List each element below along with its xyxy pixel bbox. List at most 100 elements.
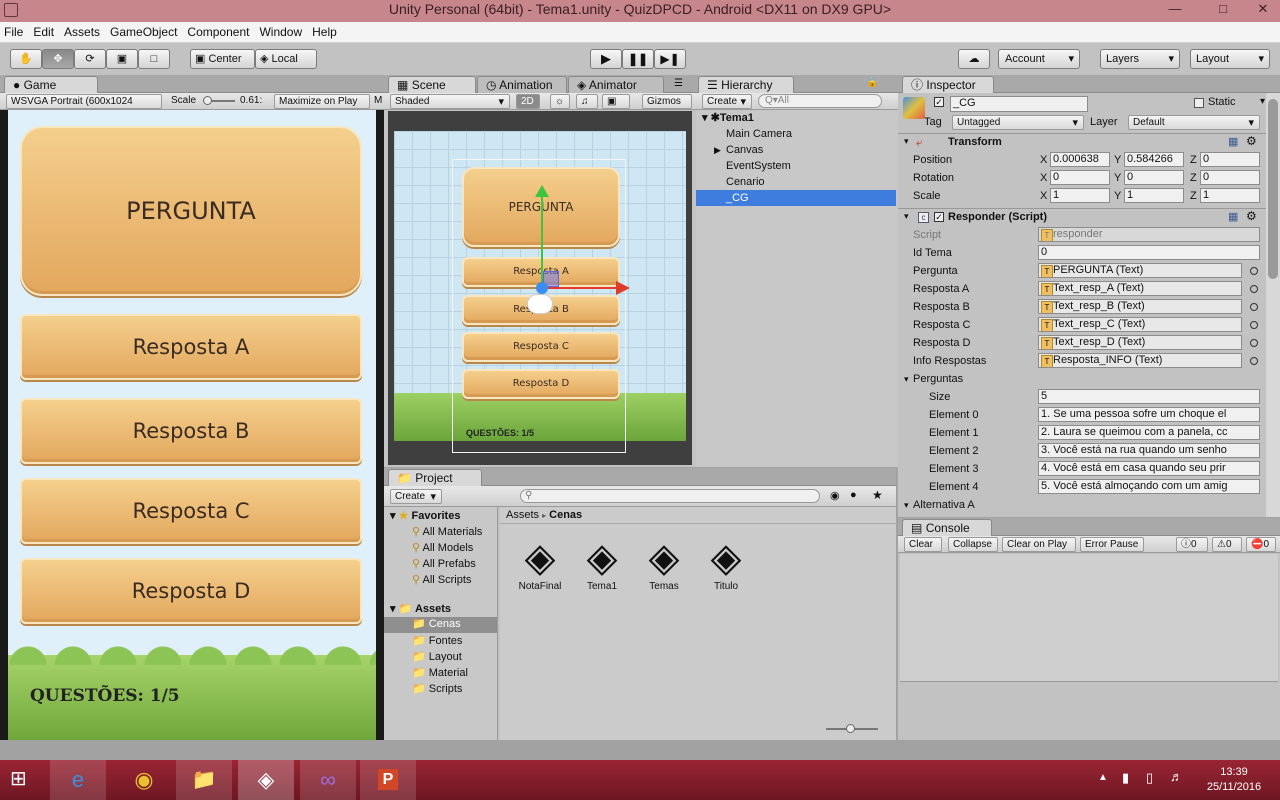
move-gizmo-y-arrow[interactable] <box>535 185 549 197</box>
hierarchy-create-dropdown[interactable]: Create <box>702 94 752 109</box>
menu-gameobject[interactable]: GameObject <box>106 22 181 39</box>
network-icon[interactable]: ▯ <box>1146 770 1153 786</box>
hierarchy-item-selected[interactable]: _CG <box>696 190 896 206</box>
tab-animator[interactable]: ◈ Animator <box>568 76 664 93</box>
move-gizmo-x-axis[interactable] <box>541 287 619 289</box>
console-info-toggle[interactable]: ⓘ0 <box>1176 537 1208 552</box>
mute-toggle[interactable]: M <box>374 95 382 106</box>
rotate-tool-button[interactable]: ⟳ <box>74 49 106 69</box>
account-dropdown[interactable]: Account <box>998 49 1080 69</box>
battery-icon[interactable]: ▮ <box>1122 770 1129 786</box>
object-field[interactable]: Text_resp_D (Text) <box>1038 335 1242 350</box>
inspector-scrollbar[interactable] <box>1266 93 1280 517</box>
hierarchy-item[interactable]: ▶ Canvas <box>696 142 896 158</box>
position-z-field[interactable]: 0 <box>1200 152 1260 167</box>
element-field[interactable]: 4. Você está em casa quando seu prir <box>1038 461 1260 476</box>
object-field[interactable]: Text_resp_B (Text) <box>1038 299 1242 314</box>
maximize-button[interactable]: □ <box>1208 0 1238 20</box>
static-checkbox[interactable] <box>1194 98 1204 108</box>
tag-dropdown[interactable]: Untagged <box>952 115 1084 130</box>
console-collapse-button[interactable]: Collapse <box>948 537 998 552</box>
scene-root-item[interactable]: ▾ ✱Tema1 <box>696 110 896 126</box>
gizmos-dropdown[interactable]: Gizmos <box>642 94 692 109</box>
pivot-center-button[interactable]: ▣ Center <box>190 49 255 69</box>
help-book-icon[interactable]: ▦ <box>1228 210 1238 223</box>
script-enabled-checkbox[interactable]: ✓ <box>934 212 944 222</box>
icon-size-slider-thumb[interactable] <box>846 724 855 733</box>
move-gizmo-x-arrow[interactable] <box>616 281 630 295</box>
object-picker-icon[interactable] <box>1250 267 1258 275</box>
favorite-item[interactable]: ⚲ All Materials <box>412 525 482 538</box>
rotation-x-field[interactable]: 0 <box>1050 170 1110 185</box>
object-picker-icon[interactable] <box>1250 285 1258 293</box>
tab-animation[interactable]: ◷ Animation <box>477 76 567 93</box>
tab-game[interactable]: ● Game <box>4 76 98 93</box>
tab-inspector[interactable]: ⓘ Inspector <box>902 76 994 93</box>
console-error-pause-button[interactable]: Error Pause <box>1080 537 1144 552</box>
minimize-button[interactable]: — <box>1160 0 1190 20</box>
favorites-header[interactable]: ▾ ★ Favorites <box>390 509 460 522</box>
perguntas-foldout[interactable]: ▾ Perguntas <box>898 370 1278 388</box>
file-explorer-icon[interactable]: 📁 <box>176 760 232 800</box>
cloud-button[interactable]: ☁ <box>958 49 990 69</box>
scene-asset[interactable]: ◈ Tema1 <box>572 535 632 592</box>
menu-edit[interactable]: Edit <box>29 22 58 39</box>
lock-icon[interactable]: 🔒 <box>866 77 878 88</box>
menu-assets[interactable]: Assets <box>60 22 104 39</box>
breadcrumb-current[interactable]: Cenas <box>549 509 582 521</box>
scale-slider[interactable] <box>203 96 235 105</box>
answer-b-button[interactable]: Resposta B <box>20 398 362 464</box>
position-x-field[interactable]: 0.000638 <box>1050 152 1110 167</box>
active-checkbox[interactable]: ✓ <box>934 97 944 107</box>
powerpoint-icon[interactable]: P <box>360 760 416 800</box>
scene-asset[interactable]: ◈ Temas <box>634 535 694 592</box>
object-picker-icon[interactable] <box>1250 303 1258 311</box>
component-gear-icon[interactable]: ⚙ <box>1246 134 1257 148</box>
element-field[interactable]: 1. Se uma pessoa sofre um choque el <box>1038 407 1260 422</box>
hand-tool-button[interactable]: ✋ <box>10 49 42 69</box>
console-error-toggle[interactable]: ⛔0 <box>1246 537 1276 552</box>
answer-a-button[interactable]: Resposta A <box>20 314 362 380</box>
menu-window[interactable]: Window <box>255 22 306 39</box>
tab-project[interactable]: 📁 Project <box>388 469 482 486</box>
folder-item[interactable]: 📁 Layout <box>412 650 462 663</box>
effects-dropdown[interactable]: ▣ <box>602 94 630 109</box>
element-field[interactable]: 5. Você está almoçando com um amig <box>1038 479 1260 494</box>
folder-item-selected[interactable]: 📁 Cenas <box>384 617 497 633</box>
volume-icon[interactable]: ♬ <box>1170 769 1183 784</box>
show-hidden-icons-icon[interactable]: ▲ <box>1098 772 1108 783</box>
pause-button[interactable]: ❚❚ <box>622 49 654 69</box>
step-button[interactable]: ▶❚ <box>654 49 686 69</box>
play-button[interactable]: ▶ <box>590 49 622 69</box>
console-warning-toggle[interactable]: ⚠0 <box>1212 537 1242 552</box>
object-picker-icon[interactable] <box>1250 357 1258 365</box>
tab-scene[interactable]: ▦ Scene <box>388 76 476 93</box>
hierarchy-item[interactable]: Main Camera <box>696 126 896 142</box>
scale-tool-button[interactable]: ▣ <box>106 49 138 69</box>
project-search-input[interactable]: ⚲ <box>520 489 820 503</box>
answer-c-button[interactable]: Resposta C <box>20 478 362 544</box>
project-create-dropdown[interactable]: Create <box>390 489 442 504</box>
menu-component[interactable]: Component <box>183 22 253 39</box>
favorite-item[interactable]: ⚲ All Models <box>412 541 473 554</box>
pivot-handle[interactable] <box>536 282 548 294</box>
tab-console[interactable]: ▤ Console <box>902 519 992 536</box>
resolution-dropdown[interactable]: WSVGA Portrait (600x1024 <box>6 94 162 109</box>
rotation-z-field[interactable]: 0 <box>1200 170 1260 185</box>
hierarchy-search-input[interactable]: Q▾All <box>758 94 882 108</box>
scene-asset[interactable]: ◈ NotaFinal <box>510 535 570 592</box>
system-clock[interactable]: 13:39 25/11/2016 <box>1194 765 1274 795</box>
layer-dropdown[interactable]: Default <box>1128 115 1260 130</box>
folder-item[interactable]: 📁 Fontes <box>412 634 462 647</box>
space-local-button[interactable]: ◈ Local <box>255 49 317 69</box>
folder-item[interactable]: 📁 Scripts <box>412 682 462 695</box>
mode-2d-toggle[interactable]: 2D <box>516 94 540 109</box>
layers-dropdown[interactable]: Layers <box>1100 49 1180 69</box>
tab-hierarchy[interactable]: ☰ Hierarchy <box>698 76 794 93</box>
assets-header[interactable]: ▾ 📁 Assets <box>390 602 451 615</box>
unity-taskbar-icon[interactable]: ◈ <box>238 760 294 800</box>
scale-x-field[interactable]: 1 <box>1050 188 1110 203</box>
favorite-item[interactable]: ⚲ All Scripts <box>412 573 471 586</box>
size-field[interactable]: 5 <box>1038 389 1260 404</box>
close-button[interactable]: ✕ <box>1248 0 1278 20</box>
